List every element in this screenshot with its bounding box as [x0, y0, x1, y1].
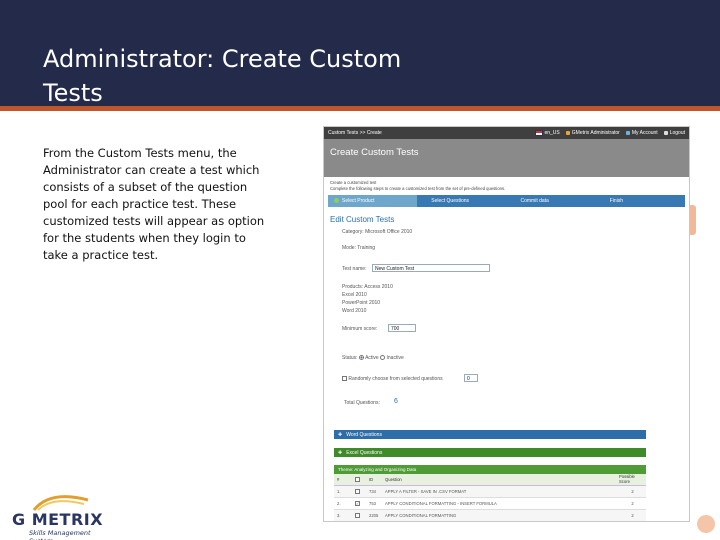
row-checkbox-cell: ✓ [352, 497, 366, 510]
random-count-input[interactable]: 0 [464, 374, 478, 382]
logout-label: Logout [669, 130, 685, 136]
logo-text: G METRIX [12, 510, 104, 529]
test-name-input[interactable]: New Custom Test [372, 264, 490, 272]
table-row[interactable]: 1. 734 APPLY A FILTER - SAVE IN .CSV FOR… [334, 485, 646, 498]
row-id: 753 [366, 497, 382, 510]
total-questions-label: Total Questions: [344, 400, 380, 406]
row-checkbox[interactable] [355, 512, 360, 518]
word-questions-bar[interactable]: ✚ Word Questions [334, 430, 646, 439]
row-checkbox-cell [352, 509, 366, 521]
select-all-checkbox[interactable] [355, 476, 360, 482]
row-checkbox[interactable] [355, 488, 360, 494]
table-row[interactable]: 2. ✓ 753 APPLY CONDITIONAL FORMATTING - … [334, 497, 646, 510]
word-questions-label: Word Questions [346, 431, 382, 438]
gmetrix-logo: G METRIX Skills Management System [8, 492, 108, 540]
slide-title: Administrator: Create Custom Tests [43, 45, 402, 107]
row-score: 2 [616, 509, 646, 521]
products-label: Products: Access 2010 [342, 284, 393, 290]
row-number: 1. [334, 485, 352, 498]
flag-icon [535, 130, 544, 136]
step-select-product[interactable]: Select Product [328, 195, 418, 207]
language-label: en_US [544, 130, 560, 136]
table-row[interactable]: 3. 2205 APPLY CONDITIONAL FORMATTING 2 [334, 509, 646, 521]
col-possible-score: Possible Score [616, 474, 646, 486]
language-selector[interactable]: en_US [535, 130, 560, 136]
edit-custom-tests-heading: Edit Custom Tests [330, 215, 395, 224]
min-score-label: Minimum score: [342, 326, 378, 332]
min-score-input[interactable]: 700 [388, 324, 416, 332]
app-topbar: Custom Tests >> Create en_US GMetrix Adm… [324, 127, 689, 139]
wizard-steps: Select Product Select Questions Commit d… [328, 195, 685, 207]
status-active-radio[interactable] [358, 355, 364, 361]
status-inactive-label: Inactive [386, 355, 404, 361]
step-select-questions[interactable]: Select Questions [417, 195, 507, 207]
row-score: 2 [616, 485, 646, 498]
row-number: 2. [334, 497, 352, 510]
col-select-all[interactable] [352, 474, 366, 486]
logout-link[interactable]: Logout [663, 130, 685, 136]
row-id: 2205 [366, 509, 382, 521]
product-excel: Excel 2010 [342, 292, 367, 298]
questions-table: # ID Question Possible Score 1. 734 APPL… [334, 474, 646, 521]
status-inactive-radio[interactable] [380, 355, 386, 361]
row-id: 734 [366, 485, 382, 498]
step-label: Finish [609, 198, 624, 204]
row-question: APPLY CONDITIONAL FORMATTING - INSERT FO… [382, 497, 616, 510]
status-label: Status: [342, 355, 358, 361]
decorative-circle [697, 515, 715, 533]
status-field: Status: Active Inactive [342, 355, 404, 361]
page-title: Create Custom Tests [330, 147, 419, 158]
excel-questions-bar[interactable]: ✚ Excel Questions [334, 448, 646, 457]
logo-subtitle: Skills Management System [29, 529, 91, 540]
test-name-label: Test name: [342, 266, 367, 272]
theme-bar: Theme: Analyzing and Organizing Data [334, 465, 646, 474]
col-number: # [334, 474, 352, 486]
total-questions-value: 6 [394, 398, 398, 405]
excel-questions-label: Excel Questions [346, 449, 383, 456]
logout-icon [663, 131, 668, 135]
random-choose-label: Randomly choose from selected questions [348, 376, 443, 382]
product-powerpoint: PowerPoint 2010 [342, 300, 381, 306]
user-name: GMetrix Administrator [571, 130, 620, 136]
col-question: Question [382, 474, 616, 486]
row-number: 3. [334, 509, 352, 521]
row-question: APPLY A FILTER - SAVE IN .CSV FORMAT [382, 485, 616, 498]
row-checkbox-cell [352, 485, 366, 498]
account-icon [625, 131, 630, 135]
check-icon [334, 198, 339, 203]
random-choose-field: Randomly choose from selected questions [342, 376, 443, 382]
step-finish[interactable]: Finish [595, 195, 685, 207]
step-label: Commit data [520, 198, 549, 204]
table-header-row: # ID Question Possible Score [334, 474, 646, 486]
intro-line-2: Complete the following steps to create a… [330, 185, 506, 191]
breadcrumb[interactable]: Custom Tests >> Create [328, 130, 530, 136]
user-icon [565, 131, 570, 135]
row-question: APPLY CONDITIONAL FORMATTING [382, 509, 616, 521]
intro-text: Create a customized test Complete the fo… [324, 177, 689, 191]
category-label: Category: Microsoft Office 2010 [342, 229, 413, 235]
logo-swoosh-icon [32, 495, 89, 511]
page-header-band: Create Custom Tests [324, 139, 689, 177]
random-choose-checkbox[interactable] [342, 376, 347, 382]
user-menu[interactable]: GMetrix Administrator [565, 130, 620, 136]
row-score: 2 [616, 497, 646, 510]
app-screenshot: Custom Tests >> Create en_US GMetrix Adm… [323, 126, 690, 522]
status-active-label: Active [365, 355, 379, 361]
step-commit-data[interactable]: Commit data [506, 195, 596, 207]
col-id: ID [366, 474, 382, 486]
step-label: Select Questions [431, 198, 470, 204]
my-account-label: My Account [631, 130, 658, 136]
expand-icon: ✚ [338, 431, 343, 438]
row-checkbox-checked[interactable]: ✓ [355, 500, 360, 506]
product-word: Word 2010 [342, 308, 367, 314]
step-label: Select Product [342, 198, 375, 204]
collapse-icon: ✚ [338, 449, 343, 456]
slide-body-text: From the Custom Tests menu, the Administ… [43, 146, 265, 262]
mode-label: Mode: Training [342, 245, 376, 251]
my-account-link[interactable]: My Account [625, 130, 658, 136]
